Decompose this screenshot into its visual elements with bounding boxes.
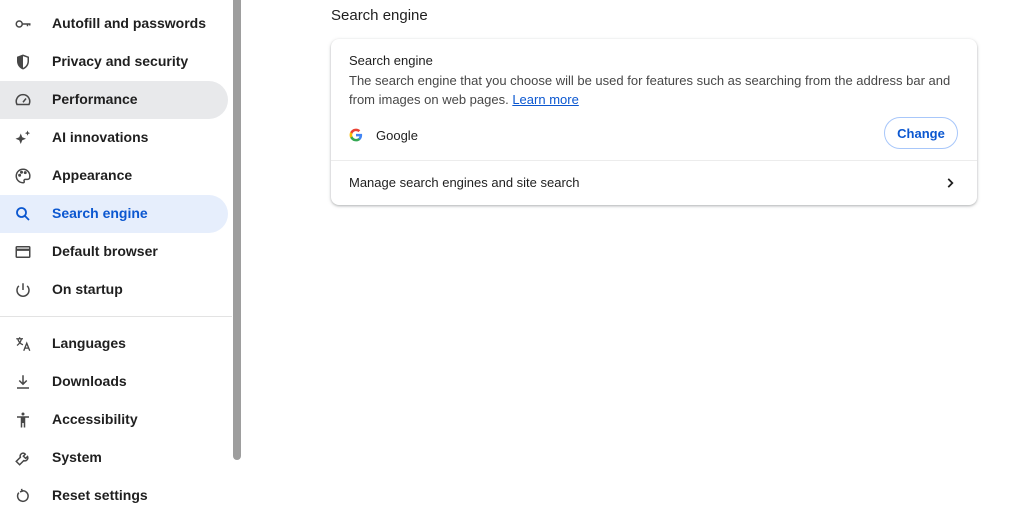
settings-sidebar: Autofill and passwords Privacy and secur…: [0, 0, 232, 516]
sidebar-item-reset-settings[interactable]: Reset settings: [0, 477, 228, 515]
sidebar-item-system[interactable]: System: [0, 439, 228, 477]
sidebar-item-label: Search engine: [52, 205, 148, 221]
sidebar-item-privacy[interactable]: Privacy and security: [0, 43, 228, 81]
chevron-right-icon: [947, 178, 954, 188]
sidebar-item-autofill[interactable]: Autofill and passwords: [0, 5, 228, 43]
sidebar-item-search-engine[interactable]: Search engine: [0, 195, 228, 233]
manage-search-engines-row[interactable]: Manage search engines and site search: [331, 161, 977, 205]
google-logo-icon: [349, 128, 363, 142]
sidebar-scrollbar-thumb[interactable]: [233, 0, 241, 460]
sidebar-item-label: Reset settings: [52, 487, 148, 503]
sidebar-item-downloads[interactable]: Downloads: [0, 363, 228, 401]
card-heading: Search engine: [349, 53, 433, 68]
description-text: The search engine that you choose will b…: [349, 73, 951, 107]
power-icon: [14, 281, 32, 299]
sidebar-item-label: AI innovations: [52, 129, 149, 145]
sidebar-item-label: Default browser: [52, 243, 158, 259]
shield-icon: [14, 53, 32, 71]
sidebar-item-accessibility[interactable]: Accessibility: [0, 401, 228, 439]
sparkle-icon: [14, 129, 32, 147]
sidebar-item-ai-innovations[interactable]: AI innovations: [0, 119, 228, 157]
palette-icon: [14, 167, 32, 185]
speedometer-icon: [14, 91, 32, 109]
current-engine-row: Google: [349, 125, 418, 145]
search-engine-card: Search engine The search engine that you…: [331, 39, 977, 205]
translate-icon: [14, 335, 32, 353]
card-description: The search engine that you choose will b…: [349, 71, 959, 109]
sidebar-item-appearance[interactable]: Appearance: [0, 157, 228, 195]
sidebar-item-label: On startup: [52, 281, 123, 297]
sidebar-item-on-startup[interactable]: On startup: [0, 271, 228, 309]
sidebar-item-languages[interactable]: Languages: [0, 325, 228, 363]
sidebar-item-default-browser[interactable]: Default browser: [0, 233, 228, 271]
sidebar-item-label: System: [52, 449, 102, 465]
wrench-icon: [14, 449, 32, 467]
browser-window-icon: [14, 243, 32, 261]
sidebar-item-label: Autofill and passwords: [52, 15, 207, 31]
accessibility-icon: [14, 411, 32, 429]
reset-icon: [14, 487, 32, 505]
current-engine-name: Google: [376, 127, 418, 143]
sidebar-item-label: Privacy and security: [52, 53, 189, 69]
learn-more-link[interactable]: Learn more: [512, 92, 578, 107]
sidebar-divider: [0, 316, 232, 317]
sidebar-item-performance[interactable]: Performance: [0, 81, 228, 119]
key-icon: [14, 15, 32, 33]
section-title: Search engine: [331, 7, 428, 24]
sidebar-item-label: Appearance: [52, 167, 133, 183]
search-icon: [14, 205, 32, 223]
sidebar-item-label: Performance: [52, 91, 138, 107]
change-search-engine-button[interactable]: Change: [884, 117, 958, 149]
sidebar-item-label: Accessibility: [52, 411, 138, 427]
manage-search-engines-label: Manage search engines and site search: [349, 175, 580, 190]
sidebar-item-label: Downloads: [52, 373, 127, 389]
sidebar-item-label: Languages: [52, 335, 126, 351]
download-icon: [14, 373, 32, 391]
